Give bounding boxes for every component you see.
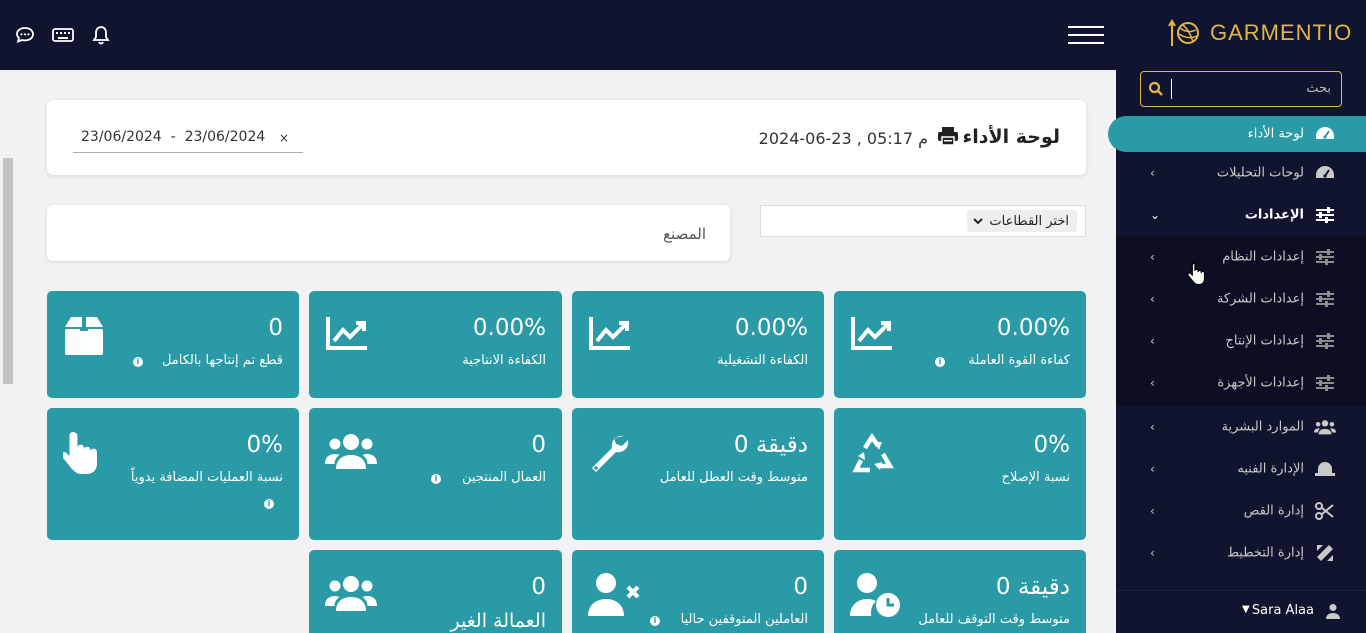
page-title: لوحة الأداء	[962, 126, 1060, 148]
sidebar: بحث لوحة الأداء ‹ لوحات التحليلات ⌄ الإع…	[1108, 70, 1366, 633]
hand-pointer-icon	[61, 430, 103, 480]
sector-select-label: اختر القطاعات	[989, 213, 1069, 229]
factory-filter[interactable]: المصنع	[47, 205, 730, 261]
analytics-gauge-icon	[1314, 164, 1336, 182]
chevron-left-icon: ‹	[1150, 462, 1155, 476]
factory-label: المصنع	[663, 225, 706, 243]
chevron-down-icon: ⌄	[1150, 208, 1161, 222]
info-icon[interactable]: i	[650, 616, 660, 626]
clear-date-icon[interactable]: ×	[279, 131, 289, 145]
recycle-icon	[850, 432, 894, 480]
user-icon	[1326, 603, 1340, 623]
sidebar-item-settings[interactable]: ⌄ الإعدادات	[1116, 197, 1366, 233]
brand-name: GARMENTIO	[1210, 20, 1353, 45]
user-times-icon	[588, 572, 642, 622]
chevron-left-icon: ‹	[1150, 376, 1155, 390]
bell-icon[interactable]	[90, 24, 112, 46]
tile-stopped-workers[interactable]: 0 العاملين المتوقفين حاليا i	[572, 550, 824, 633]
user-clock-icon	[850, 572, 904, 622]
info-icon[interactable]: i	[264, 499, 274, 509]
sidebar-item-system-settings[interactable]: ‹ إعدادات النظام	[1116, 239, 1366, 275]
tile-non-workforce[interactable]: 0 العمالة الغير	[309, 550, 562, 633]
info-icon[interactable]: i	[431, 474, 441, 484]
sliders-icon	[1314, 206, 1336, 224]
sliders-icon	[1314, 374, 1336, 392]
hamburger-icon[interactable]	[1068, 26, 1104, 44]
date-to: 23/06/2024	[184, 129, 266, 145]
ruler-pencil-icon	[1314, 544, 1336, 562]
tile-avg-stop-time[interactable]: 0 دقيقة متوسط وقت التوقف للعامل	[834, 550, 1086, 633]
top-icons	[14, 24, 112, 46]
sidebar-item-cutting[interactable]: ‹ إدارة القص	[1116, 493, 1366, 529]
users-icon	[325, 432, 377, 474]
users-icon	[1314, 418, 1336, 436]
search-input[interactable]: بحث	[1140, 71, 1342, 107]
chart-line-icon	[850, 315, 894, 355]
print-icon[interactable]	[938, 127, 958, 149]
sidebar-item-device-settings[interactable]: ‹ إعدادات الأجهزة	[1116, 365, 1366, 401]
needle-yarn-icon	[1168, 19, 1199, 46]
search-placeholder: بحث	[1306, 81, 1331, 96]
sidebar-item-dashboard[interactable]: لوحة الأداء	[1116, 116, 1366, 152]
scissors-icon	[1314, 502, 1336, 520]
sliders-icon	[1314, 332, 1336, 350]
hand-cursor-icon	[1188, 262, 1206, 286]
chevron-down-icon	[973, 214, 984, 229]
caret-down-icon: ▼	[1242, 604, 1250, 615]
tile-operational-efficiency[interactable]: 0.00% الكفاءة التشغيلية	[572, 291, 824, 398]
tile-manual-operations[interactable]: 0% نسبة العمليات المضافة يدوياً i	[47, 408, 299, 540]
dashboard-header: لوحة الأداء 2024-06-23 , 05:17 م 23/06/2…	[47, 100, 1086, 175]
chart-line-icon	[588, 315, 632, 355]
user-menu[interactable]: ▼ Sara Alaa	[1116, 590, 1366, 633]
search-icon[interactable]	[1147, 80, 1165, 102]
tile-repair-rate[interactable]: 0% نسبة الإصلاح	[834, 408, 1086, 540]
scrollbar-thumb[interactable]	[3, 158, 13, 384]
user-name: Sara Alaa	[1251, 603, 1314, 618]
date-from: 23/06/2024	[81, 129, 162, 145]
date-range-input[interactable]: 23/06/2024 - 23/06/2024 ×	[73, 127, 303, 153]
sliders-icon	[1314, 290, 1336, 308]
top-bar: GARMENTIO	[0, 0, 1366, 70]
wrench-icon	[588, 432, 632, 480]
chart-line-icon	[325, 315, 369, 355]
sliders-icon	[1314, 248, 1336, 266]
sidebar-item-production-settings[interactable]: ‹ إعدادات الإنتاج	[1116, 323, 1366, 359]
chat-icon[interactable]	[14, 24, 36, 46]
tile-workforce-efficiency[interactable]: 0.00% كفاءة القوة العاملة i	[834, 291, 1086, 398]
chevron-left-icon: ‹	[1150, 334, 1155, 348]
tile-avg-downtime[interactable]: 0 دقيقة متوسط وقت العطل للعامل	[572, 408, 824, 540]
tile-productive-workers[interactable]: 0 العمال المنتجين i	[309, 408, 562, 540]
sidebar-item-planning[interactable]: ‹ إدارة التخطيط	[1116, 535, 1366, 571]
sector-select[interactable]: اختر القطاعات	[760, 205, 1086, 237]
hat-icon	[1314, 460, 1336, 478]
tile-production-efficiency[interactable]: 0.00% الكفاءة الانتاجية	[309, 291, 562, 398]
dashboard-gauge-icon	[1314, 125, 1336, 143]
chevron-left-icon: ‹	[1150, 250, 1155, 264]
sidebar-item-company-settings[interactable]: ‹ إعدادات الشركة	[1116, 281, 1366, 317]
chevron-left-icon: ‹	[1150, 504, 1155, 518]
current-datetime: 2024-06-23 , 05:17 م	[758, 129, 928, 148]
sidebar-item-technical[interactable]: ‹ الإدارة الفنيه	[1116, 451, 1366, 487]
sidebar-item-hr[interactable]: ‹ الموارد البشرية	[1116, 409, 1366, 445]
info-icon[interactable]: i	[935, 357, 945, 367]
users-icon	[325, 574, 377, 616]
keyboard-icon[interactable]	[52, 24, 74, 46]
info-icon[interactable]: i	[133, 357, 143, 367]
chevron-left-icon: ‹	[1150, 420, 1155, 434]
chevron-left-icon: ‹	[1150, 292, 1155, 306]
chevron-left-icon: ‹	[1150, 166, 1155, 180]
page-scrollbar[interactable]	[0, 70, 16, 633]
sidebar-item-analytics[interactable]: ‹ لوحات التحليلات	[1116, 155, 1366, 191]
chevron-left-icon: ‹	[1150, 546, 1155, 560]
tile-completed-pieces[interactable]: 0 قطع تم إنتاجها بالكامل i	[47, 291, 299, 398]
brand-logo[interactable]: GARMENTIO	[1166, 18, 1352, 48]
box-icon	[63, 315, 105, 361]
